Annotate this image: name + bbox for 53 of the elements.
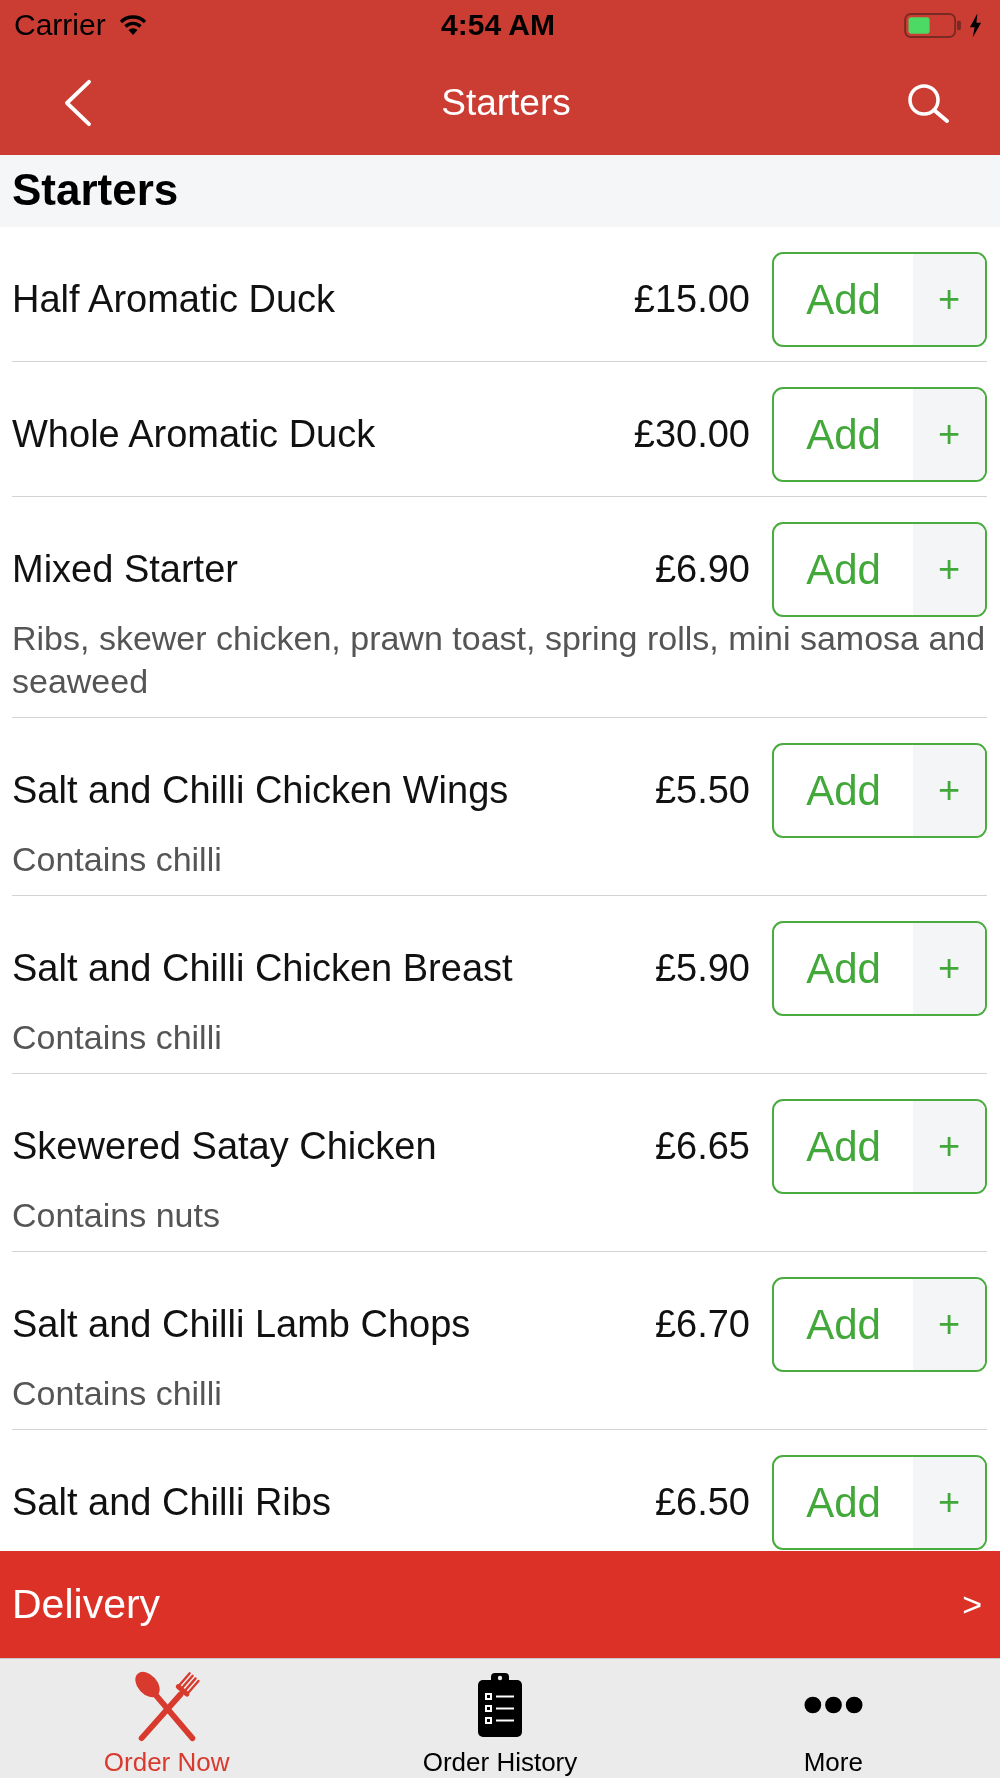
- item-name: Salt and Chilli Lamb Chops: [12, 1303, 472, 1346]
- delivery-button[interactable]: Delivery >: [0, 1551, 1000, 1658]
- item-description: Ribs, skewer chicken, prawn toast, spring rolls, mini samosa and seaweed: [12, 618, 987, 702]
- plus-sign[interactable]: +: [913, 1279, 985, 1370]
- item-price: £30.00: [633, 413, 750, 456]
- charging-bolt-icon: [969, 12, 982, 38]
- item-description: Contains nuts: [12, 1195, 221, 1236]
- add-button[interactable]: Add +: [772, 1099, 987, 1194]
- item-description: Contains chilli: [12, 1373, 223, 1414]
- add-button[interactable]: Add +: [772, 1277, 987, 1372]
- section-title: Starters: [12, 165, 179, 214]
- clipboard-list-icon: [476, 1672, 524, 1738]
- carrier-name: Carrier: [14, 8, 106, 42]
- item-price: £5.50: [654, 769, 750, 812]
- wifi-icon: [117, 14, 148, 36]
- back-icon[interactable]: [62, 78, 93, 127]
- tab[interactable]: Order History: [333, 1659, 667, 1778]
- item-name: Half Aromatic Duck: [12, 278, 337, 321]
- item-name: Salt and Chilli Ribs: [12, 1481, 332, 1524]
- item-price: £6.65: [654, 1125, 750, 1168]
- add-button[interactable]: Add +: [772, 252, 987, 347]
- tab[interactable]: Order Now: [0, 1659, 334, 1778]
- plus-sign[interactable]: +: [913, 923, 985, 1014]
- tab[interactable]: More: [666, 1659, 1000, 1778]
- nav-title: Starters: [441, 81, 571, 124]
- plus-sign[interactable]: +: [913, 745, 985, 836]
- item-name: Mixed Starter: [12, 548, 239, 591]
- plus-sign[interactable]: +: [913, 1457, 985, 1548]
- item-price: £6.70: [654, 1303, 750, 1346]
- item-price: £6.50: [654, 1481, 750, 1524]
- next-arrow: >: [962, 1585, 982, 1624]
- plus-sign[interactable]: +: [913, 389, 985, 480]
- battery-icon: [904, 12, 962, 38]
- item-price: £6.90: [654, 548, 750, 591]
- add-button[interactable]: Add +: [772, 1455, 987, 1550]
- item-name: Salt and Chilli Chicken Wings: [12, 769, 510, 812]
- plus-sign[interactable]: +: [913, 1101, 985, 1192]
- item-name: Whole Aromatic Duck: [12, 413, 377, 456]
- add-button[interactable]: Add +: [772, 921, 987, 1016]
- item-price: £15.00: [633, 278, 750, 321]
- plus-sign[interactable]: +: [913, 254, 985, 345]
- add-button[interactable]: Add +: [772, 387, 987, 482]
- item-description: Contains chilli: [12, 1017, 223, 1058]
- more-dots-icon: [803, 1696, 863, 1714]
- search-icon[interactable]: [906, 81, 950, 124]
- item-description: Contains chilli: [12, 839, 223, 880]
- plus-sign[interactable]: +: [913, 524, 985, 615]
- item-name: Salt and Chilli Chicken Breast: [12, 947, 514, 990]
- add-button[interactable]: Add +: [772, 522, 987, 617]
- item-price: £5.90: [654, 947, 750, 990]
- item-name: Skewered Satay Chicken: [12, 1125, 438, 1168]
- status-time: 4:54 AM: [441, 8, 555, 42]
- add-button[interactable]: Add +: [772, 743, 987, 838]
